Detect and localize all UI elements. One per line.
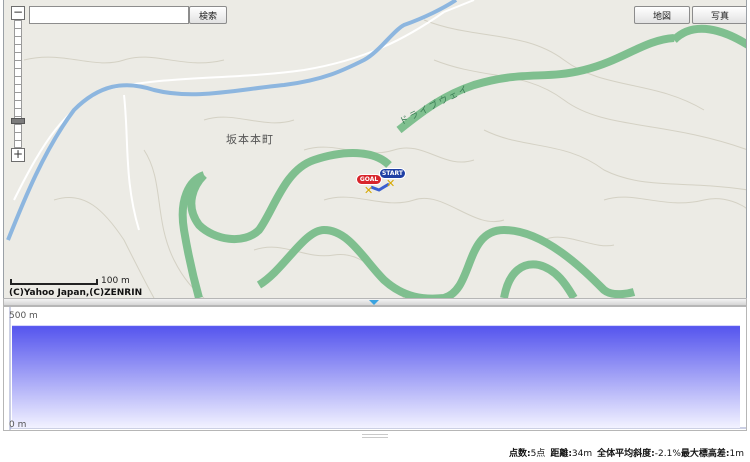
slope-label: 全体平均斜度: — [597, 449, 655, 459]
scale-label: 100 m — [101, 276, 130, 286]
driveway-segment — [187, 149, 392, 244]
search-button[interactable]: 検索 — [189, 6, 227, 24]
elevation-diff-label: 最大標高差: — [680, 449, 730, 459]
route-stats: 点数:5点 距離:34m 全体平均斜度:-2.1%最大標高差:1m — [509, 446, 744, 459]
points-label: 点数: — [508, 449, 531, 459]
points-value: 5点 — [530, 449, 546, 459]
place-label: 坂本本町 — [226, 133, 274, 146]
start-point-icon[interactable]: ✕ — [386, 177, 395, 190]
zoom-in-icon[interactable]: + — [11, 148, 25, 162]
driveway-segment — [396, 34, 675, 134]
river — [6, 0, 458, 241]
photo-mode-button[interactable]: 写真 — [692, 6, 746, 24]
map-mode-button[interactable]: 地図 — [634, 6, 690, 24]
y-axis-max-label: 500 m — [9, 311, 38, 321]
distance-label: 距離: — [550, 449, 572, 459]
distance-value: 34m — [571, 449, 593, 459]
search-input[interactable] — [29, 6, 189, 24]
driveway-segment — [500, 260, 578, 298]
resize-grip[interactable] — [362, 434, 388, 438]
zoom-slider-track[interactable] — [14, 20, 22, 148]
goal-point-icon[interactable]: ✕ — [364, 184, 373, 197]
slope-value: -2.1% — [654, 449, 681, 459]
elevation-diff-value: 1m — [729, 449, 745, 459]
map-copyright: (C)Yahoo Japan,(C)ZENRIN — [9, 288, 143, 298]
driveway-segment — [671, 24, 746, 49]
zoom-slider-handle[interactable] — [11, 118, 25, 124]
map-tiles — [6, 0, 746, 298]
zoom-out-icon[interactable]: − — [11, 6, 25, 20]
map-view[interactable]: 検索 地図 写真 − + 坂本本町 ドライブウェイ GOAL START ✕ ✕… — [3, 0, 747, 298]
collapse-arrow-icon[interactable] — [369, 300, 379, 305]
elevation-profile: 500 m 0 m — [3, 306, 747, 431]
elevation-chart — [9, 307, 746, 430]
scale-bar — [10, 279, 98, 285]
elevation-area — [12, 326, 740, 428]
y-axis-min-label: 0 m — [9, 420, 27, 430]
